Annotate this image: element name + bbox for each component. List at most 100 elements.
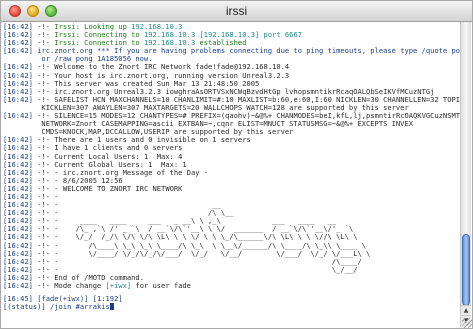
log-line: [16:42] -!- There are 1 users and 0 invi… <box>3 136 461 144</box>
highlighted-text: 192.168.10.3 <box>143 39 196 48</box>
log-line: [16:42] -!- Irssi: Looking up 192.168.10… <box>3 23 461 31</box>
log-line: [16:42] -!- - \_/__/ <box>3 266 461 274</box>
line-prefix: -!- <box>37 176 50 185</box>
log-line: [16:42] -!- - /\ \__ <box>3 209 461 217</box>
timestamp: [16:42] <box>3 152 33 161</box>
log-line: [16:42] -!- - /\____\ \_\ \_\ \____/\ \_… <box>3 242 461 250</box>
message-text: Welcome to the Znort IRC Network fade!fa… <box>54 63 290 72</box>
log-line: [16:42] -!- - __ <box>3 201 461 209</box>
message-text: SILENCE=15 MODES=12 CHANTYPES=# PREFIX=(… <box>54 112 461 121</box>
timestamp: [16:42] <box>3 95 33 104</box>
window-title: irssi <box>225 4 248 18</box>
line-prefix: -!- <box>37 79 50 88</box>
input-line[interactable]: [(status)] /join #arrakis <box>3 303 461 311</box>
line-prefix: -!- <box>37 273 50 282</box>
log-line: KICKLEN=307 AWAYLEN=307 MAXTARGETS=20 WA… <box>3 104 461 112</box>
log-line: [16:42] -!- End of /MOTD command. <box>3 274 461 282</box>
timestamp: [16:42] <box>3 31 33 40</box>
message-text: Current Global Users: 1 Max: 1 <box>54 160 187 169</box>
message-text: CMDS=KNOCK,MAP,DCCALLOW,USERIP are suppo… <box>3 128 294 137</box>
line-prefix: -!- <box>37 209 50 218</box>
timestamp: [16:42] <box>3 112 33 121</box>
message-text: There are 1 users and 0 invisible on 1 s… <box>54 136 251 145</box>
line-prefix: -!- <box>37 201 50 210</box>
message-text: I have 1 clients and 0 servers <box>54 144 183 153</box>
message-text: - \_/__/ <box>54 265 358 274</box>
line-prefix: -!- <box>37 233 50 242</box>
timestamp: [16:42] <box>3 160 33 169</box>
line-prefix: -!- <box>37 241 50 250</box>
line-prefix: -!- <box>37 144 50 153</box>
line-prefix: -!- <box>37 184 50 193</box>
timestamp: [16:42] <box>3 136 33 145</box>
timestamp: [16:42] <box>3 39 33 48</box>
message-text: - 8/6/2005 12:56 <box>54 176 123 185</box>
line-prefix: -!- <box>37 71 50 80</box>
log-line: [16:42] -!- - WELCOME TO ZNORT IRC NETWO… <box>3 185 461 193</box>
highlighted-text: 192.168.10.3 <box>131 23 183 31</box>
terminal-content[interactable]: [16:42] -!- Irssi: Looking up 192.168.10… <box>3 23 461 327</box>
message-text: Mode change <box>54 282 106 290</box>
irssi-window: irssi [16:42] -!- Irssi: Looking up 192.… <box>0 0 473 329</box>
line-prefix: -!- <box>37 265 50 274</box>
line-prefix: -!- <box>37 136 50 145</box>
message-text: - __ <box>54 201 221 210</box>
timestamp: [16:42] <box>3 47 33 56</box>
line-prefix: -!- <box>37 112 50 121</box>
log-line: [16:42] -!- - /\_ ,`\ /' _ `\ / __`\/\`'… <box>3 225 461 233</box>
timestamp: [16:42] <box>3 257 33 266</box>
line-prefix: -!- <box>37 63 50 72</box>
message-text: Your host is irc.znort.org, running vers… <box>54 71 290 80</box>
log-line: CMDS=KNOCK,MAP,DCCALLOW,USERIP are suppo… <box>3 128 461 136</box>
log-line: [16:42] -!- I have 1 clients and 0 serve… <box>3 144 461 152</box>
timestamp: [16:42] <box>3 225 33 234</box>
message-text: - /\____\ \_\ \_\ \____/\ \_\ \ \__\/___… <box>54 241 367 250</box>
vertical-scrollbar[interactable]: ▲ ▼ <box>460 22 471 327</box>
message-text: Irssi: Connection to <box>54 39 144 48</box>
timestamp: [16:42] <box>3 79 33 88</box>
command-input[interactable]: /join #arrakis <box>50 302 110 311</box>
line-prefix: -!- <box>37 217 50 226</box>
timestamp: [16:42] <box>3 192 33 201</box>
log-line: or /raw pong 1A185056 now. <box>3 55 461 63</box>
line-prefix: -!- <box>37 225 50 234</box>
scrollbar-thumb[interactable] <box>462 234 470 306</box>
message-text-tail: established <box>195 39 247 48</box>
timestamp: [16:42] <box>3 265 33 274</box>
highlighted-text: 192.168.10.3 [192.168.10.3] port 6667 <box>143 31 302 40</box>
log-line: NETWORK=Znort CASEMAPPING=ascii EXTBAN=~… <box>3 120 461 128</box>
timestamp: [16:42] <box>3 144 33 153</box>
timestamp: [16:42] <box>3 273 33 282</box>
timestamp: [16:42] <box>3 168 33 177</box>
prompt-label: [(status)] <box>3 302 46 312</box>
message-text: irc.znort.org Unreal3.2.3 iowghraAsORTVS… <box>54 87 435 96</box>
log-line: [16:42] -!- Current Local Users: 1 Max: … <box>3 153 461 161</box>
log-line: [16:42] -!- Your host is irc.znort.org, … <box>3 72 461 80</box>
message-text: Current Local Users: 1 Max: 4 <box>54 152 183 161</box>
log-line: [16:42] -!- - ____ ____ ___ _ __\ \ ,_\ … <box>3 217 461 225</box>
message-text: SAFELIST HCN MAXCHANNELS=10 CHANLIMIT=#:… <box>54 95 461 104</box>
log-line: [16:42] -!- This server was created Sun … <box>3 80 461 88</box>
timestamp: [16:42] <box>3 209 33 218</box>
timestamp: [16:42] <box>3 63 33 72</box>
line-prefix: -!- <box>37 87 50 96</box>
resize-grip-icon[interactable] <box>462 318 472 328</box>
log-line: [16:42] -!- Irssi: Connection to 192.168… <box>3 39 461 47</box>
message-text: NETWORK=Znort CASEMAPPING=ascii EXTBAN=~… <box>3 120 413 129</box>
message-text: Irssi: Connecting to <box>54 31 144 40</box>
timestamp: [16:42] <box>3 217 33 226</box>
message-text: - WELCOME TO ZNORT IRC NETWORK <box>54 184 183 193</box>
log-line: [16:42] -!- - irc.znort.org Message of t… <box>3 169 461 177</box>
log-line: [16:42] -!- Welcome to the Znort IRC Net… <box>3 63 461 71</box>
timestamp: [16:42] <box>3 249 33 258</box>
log-line: [16:42] -!- - /\____/ <box>3 258 461 266</box>
message-text: - /\____/ <box>54 257 362 266</box>
timestamp: [16:42] <box>3 71 33 80</box>
message-text: - /\ \__ <box>54 209 234 218</box>
timestamp: [16:42] <box>3 233 33 242</box>
log-line: [16:42] -!- SAFELIST HCN MAXCHANNELS=10 … <box>3 96 461 104</box>
line-prefix: -!- <box>37 257 50 266</box>
line-prefix: -!- <box>37 282 50 290</box>
line-prefix: -!- <box>37 160 50 169</box>
log-line: [16:42] -!- SILENCE=15 MODES=12 CHANTYPE… <box>3 112 461 120</box>
